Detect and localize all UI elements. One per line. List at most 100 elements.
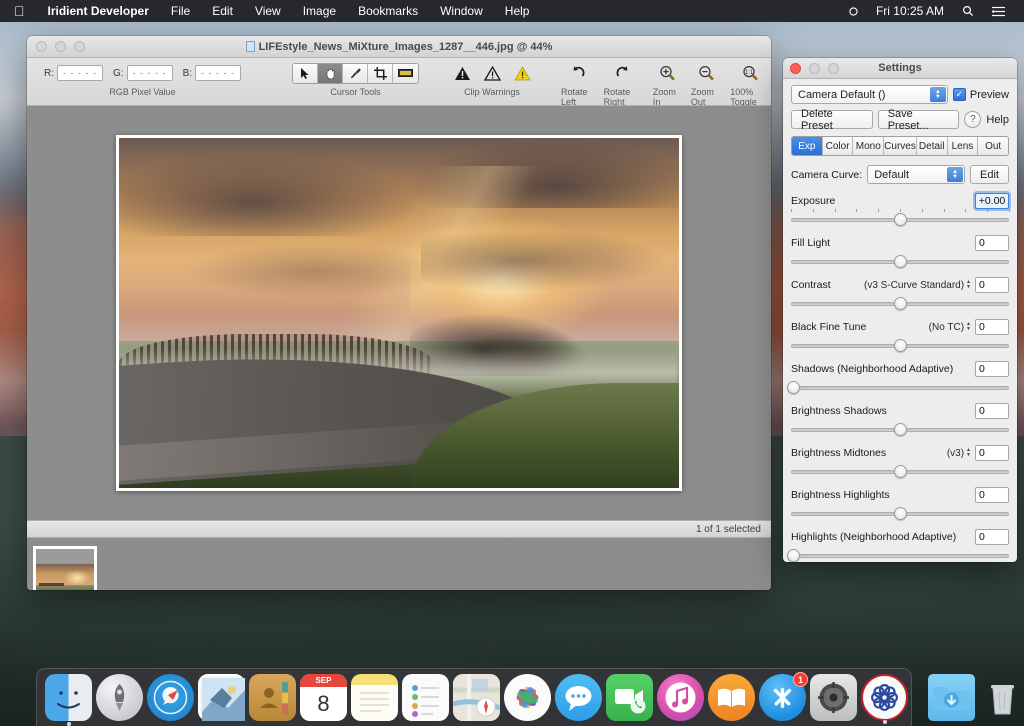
arrow-tool-icon[interactable] xyxy=(293,64,318,83)
settings-tabs[interactable]: Exp Color Mono Curves Detail Lens Out xyxy=(791,136,1009,156)
control-slider[interactable] xyxy=(791,338,1009,352)
dock-item-finder[interactable] xyxy=(45,674,92,721)
filmstrip-thumbnail[interactable] xyxy=(33,546,97,590)
tab-mono[interactable]: Mono xyxy=(853,137,884,155)
eyedropper-tool-icon[interactable] xyxy=(343,64,368,83)
tab-lens[interactable]: Lens xyxy=(948,137,979,155)
menu-item-view[interactable]: View xyxy=(244,4,292,18)
control-black-fine-tune: Black Fine Tune(No TC)▲▼0 xyxy=(791,319,1009,352)
tab-detail[interactable]: Detail xyxy=(917,137,948,155)
slider-thumb[interactable] xyxy=(894,465,907,478)
camera-curve-label: Camera Curve: xyxy=(791,169,862,181)
tab-color[interactable]: Color xyxy=(823,137,854,155)
dock-item-notes[interactable] xyxy=(351,674,398,721)
menu-item-image[interactable]: Image xyxy=(292,4,347,18)
dock-item-maps[interactable] xyxy=(453,674,500,721)
slider-thumb[interactable] xyxy=(894,213,907,226)
menu-item-file[interactable]: File xyxy=(160,4,201,18)
main-window-titlebar[interactable]: LIFEstyle_News_MiXture_Images_1287__446.… xyxy=(27,36,771,58)
camera-curve-edit-button[interactable]: Edit xyxy=(970,165,1009,184)
control-value-input[interactable]: 0 xyxy=(975,403,1009,419)
control-mode-popup[interactable]: (No TC)▲▼ xyxy=(929,322,975,333)
control-slider[interactable] xyxy=(791,506,1009,520)
dock-item-iridient-developer[interactable] xyxy=(861,674,908,721)
zoom-in-icon[interactable] xyxy=(653,62,683,84)
dock-item-mail[interactable] xyxy=(198,674,245,721)
control-slider[interactable] xyxy=(791,380,1009,394)
help-icon[interactable]: ? xyxy=(964,111,981,128)
dock-item-reminders[interactable] xyxy=(402,674,449,721)
dock-item-launchpad[interactable] xyxy=(96,674,143,721)
crop-tool-icon[interactable] xyxy=(368,64,393,83)
slider-thumb[interactable] xyxy=(894,297,907,310)
menu-bar-clock[interactable]: Fri 10:25 AM xyxy=(867,4,953,18)
settings-titlebar[interactable]: Settings xyxy=(783,58,1017,79)
delete-preset-button[interactable]: Delete Preset xyxy=(791,110,873,129)
cursor-tools-segmented[interactable] xyxy=(292,63,419,84)
dock-item-facetime[interactable] xyxy=(606,674,653,721)
filmstrip[interactable] xyxy=(27,538,771,590)
control-value-input[interactable]: 0 xyxy=(975,487,1009,503)
dock-item-app-store[interactable]: 1 xyxy=(759,674,806,721)
preview-checkbox-row[interactable]: ✓ Preview xyxy=(953,88,1009,101)
control-slider[interactable] xyxy=(791,422,1009,436)
dock-item-downloads-folder[interactable] xyxy=(928,674,975,721)
ruler-tool-icon[interactable] xyxy=(393,64,418,83)
highlight-clip-warning-icon[interactable] xyxy=(507,62,537,84)
control-value-input[interactable]: 0 xyxy=(975,277,1009,293)
control-slider[interactable] xyxy=(791,548,1009,562)
siri-icon[interactable] xyxy=(840,7,867,16)
control-slider[interactable] xyxy=(791,464,1009,478)
rotate-left-icon[interactable] xyxy=(563,62,593,84)
slider-thumb[interactable] xyxy=(787,381,800,394)
rotate-right-icon[interactable] xyxy=(608,62,638,84)
menu-item-help[interactable]: Help xyxy=(494,4,541,18)
tab-exp[interactable]: Exp xyxy=(792,137,823,155)
menu-item-bookmarks[interactable]: Bookmarks xyxy=(347,4,429,18)
slider-thumb[interactable] xyxy=(894,423,907,436)
dock-item-messages[interactable] xyxy=(555,674,602,721)
control-value-input[interactable]: 0 xyxy=(975,235,1009,251)
control-value-input[interactable]: 0 xyxy=(975,529,1009,545)
control-value-input[interactable]: 0 xyxy=(975,445,1009,461)
dock-item-trash[interactable] xyxy=(979,674,1024,721)
photo-preview[interactable] xyxy=(116,135,682,491)
control-center-icon[interactable] xyxy=(983,6,1014,17)
menu-app-name[interactable]: Iridient Developer xyxy=(37,4,160,18)
control-slider[interactable] xyxy=(791,296,1009,310)
slider-thumb[interactable] xyxy=(894,255,907,268)
menu-item-edit[interactable]: Edit xyxy=(201,4,244,18)
hand-tool-icon[interactable] xyxy=(318,64,343,83)
save-preset-button[interactable]: Save Preset... xyxy=(878,110,960,129)
preset-dropdown[interactable]: Camera Default () ▲▼ xyxy=(791,85,948,104)
slider-thumb[interactable] xyxy=(894,507,907,520)
search-icon[interactable] xyxy=(953,5,983,17)
dock-item-contacts[interactable] xyxy=(249,674,296,721)
tab-curves[interactable]: Curves xyxy=(884,137,917,155)
preview-checkbox[interactable]: ✓ xyxy=(953,88,966,101)
tab-out[interactable]: Out xyxy=(978,137,1008,155)
control-slider[interactable] xyxy=(791,254,1009,268)
slider-thumb[interactable] xyxy=(787,549,800,562)
dock-item-safari[interactable] xyxy=(147,674,194,721)
control-mode-popup[interactable]: (v3 S-Curve Standard)▲▼ xyxy=(864,280,975,291)
zoom-out-icon[interactable] xyxy=(692,62,722,84)
shadow-clip-warning-icon[interactable] xyxy=(447,62,477,84)
menu-item-window[interactable]: Window xyxy=(429,4,494,18)
camera-curve-dropdown[interactable]: Default ▲▼ xyxy=(867,165,965,184)
apple-menu-icon[interactable]:  xyxy=(0,4,37,18)
midtone-clip-warning-icon[interactable] xyxy=(477,62,507,84)
dock-item-photos[interactable] xyxy=(504,674,551,721)
control-value-input[interactable]: 0 xyxy=(975,319,1009,335)
zoom-actual-size-icon[interactable]: 1:1 xyxy=(736,62,766,84)
dock-item-calendar[interactable]: SEP 8 xyxy=(300,674,347,721)
dock-item-system-preferences[interactable] xyxy=(810,674,857,721)
control-value-input[interactable]: +0.00 xyxy=(975,193,1009,209)
control-mode-popup[interactable]: (v3)▲▼ xyxy=(947,448,975,459)
control-slider[interactable] xyxy=(791,212,1009,226)
dock-item-ibooks[interactable] xyxy=(708,674,755,721)
dock-item-itunes[interactable] xyxy=(657,674,704,721)
control-value-input[interactable]: 0 xyxy=(975,361,1009,377)
slider-thumb[interactable] xyxy=(894,339,907,352)
image-canvas[interactable] xyxy=(27,106,771,520)
